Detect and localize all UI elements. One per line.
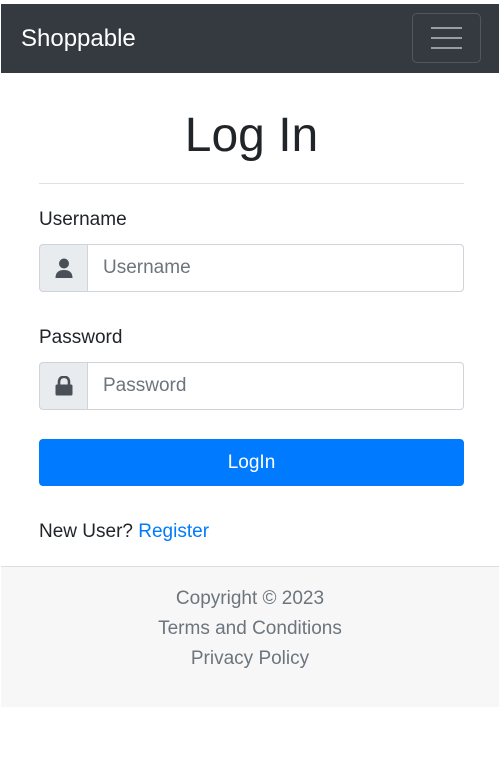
page: Shoppable Log In Username Password	[0, 0, 500, 783]
username-label: Username	[39, 209, 127, 230]
copyright-text: Copyright © 2023	[175, 588, 325, 609]
navbar-toggler-button[interactable]	[412, 13, 481, 63]
page-title: Log In	[184, 109, 319, 162]
password-input[interactable]	[87, 362, 464, 410]
privacy-policy-link[interactable]: Privacy Policy	[191, 648, 309, 669]
hamburger-menu-icon	[431, 27, 462, 49]
page-footer: Copyright © 2023 Terms and Conditions Pr…	[1, 566, 499, 707]
username-input-group	[39, 244, 464, 292]
brand-logo-link[interactable]: Shoppable	[21, 24, 136, 54]
title-divider	[39, 183, 464, 184]
terms-link[interactable]: Terms and Conditions	[158, 618, 342, 639]
lock-icon	[55, 376, 72, 396]
username-input[interactable]	[87, 244, 464, 292]
login-submit-button[interactable]: LogIn	[39, 439, 464, 486]
user-icon	[55, 258, 72, 278]
top-navbar: Shoppable	[1, 4, 499, 73]
password-label: Password	[39, 327, 123, 348]
password-input-group	[39, 362, 464, 410]
password-addon	[39, 362, 87, 410]
register-link[interactable]: Register	[138, 521, 209, 542]
username-addon	[39, 244, 87, 292]
new-user-prompt: New User? Register	[39, 519, 209, 545]
new-user-text: New User?	[39, 521, 133, 542]
